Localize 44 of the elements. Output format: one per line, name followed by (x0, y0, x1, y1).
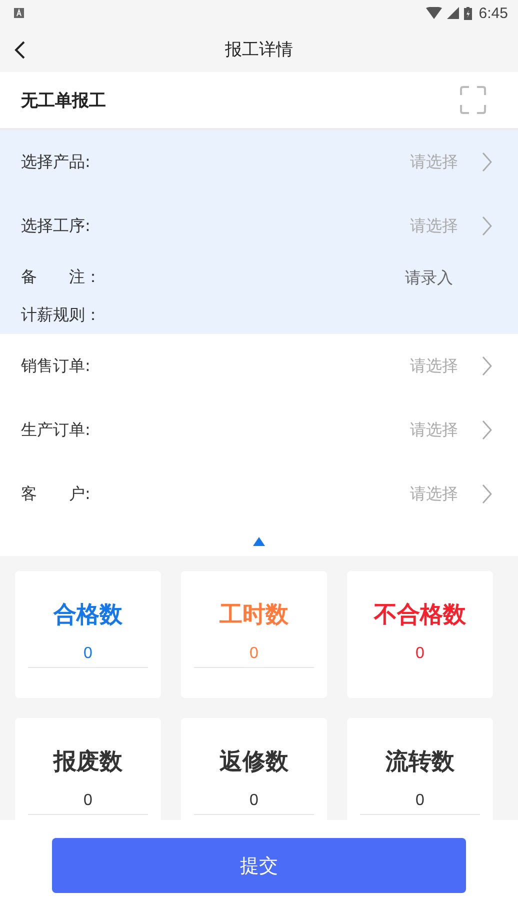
notification-icon (14, 8, 24, 18)
field-label: 生产订单: (21, 420, 92, 440)
remark-input-field[interactable]: 请录入 (394, 266, 464, 288)
card-title: 流转数 (386, 748, 454, 777)
form-row[interactable]: 选择工序: 请选择 (0, 194, 518, 258)
form-row[interactable]: 生产订单: 请选择 (0, 398, 518, 462)
count-input-field[interactable]: 0 (28, 642, 148, 668)
field-label: 选择工序: (21, 216, 92, 236)
field-label: 客 户: (21, 484, 92, 504)
field-label: 销售订单: (21, 356, 92, 376)
field-label: 备 注： (21, 266, 102, 288)
count-input-field[interactable]: 0 (194, 789, 314, 815)
chevron-right-icon (482, 216, 492, 236)
card-title: 工时数 (220, 601, 288, 630)
card-title: 合格数 (54, 601, 122, 630)
field-label: 选择产品: (21, 152, 92, 172)
chevron-right-icon (482, 484, 492, 504)
select-placeholder: 请选择 (410, 152, 458, 172)
card-title: 返修数 (220, 748, 288, 777)
form-row[interactable]: 销售订单: 请选择 (0, 334, 518, 398)
select-placeholder: 请选择 (410, 356, 458, 376)
signal-icon (446, 7, 459, 19)
collapse-toggle-icon[interactable] (253, 536, 265, 546)
submit-button[interactable]: 提交 (52, 838, 466, 893)
chevron-right-icon (482, 152, 492, 172)
count-input-field[interactable]: 0 (360, 642, 480, 668)
select-placeholder: 请选择 (410, 216, 458, 236)
select-placeholder: 请选择 (410, 420, 458, 440)
chevron-right-icon (482, 420, 492, 440)
field-label: 计薪规则： (21, 304, 102, 326)
battery-icon (464, 6, 472, 20)
section-title: 无工单报工 (21, 90, 106, 112)
card-title: 不合格数 (374, 601, 466, 630)
card-title: 报废数 (54, 748, 122, 777)
form-row[interactable]: 备 注： 请录入 (0, 258, 518, 296)
count-input-field[interactable]: 0 (360, 789, 480, 815)
page-title: 报工详情 (225, 38, 293, 60)
wifi-icon (426, 7, 442, 19)
form-row[interactable]: 选择产品: 请选择 (0, 130, 518, 194)
form-row[interactable]: 客 户: 请选择 (0, 462, 518, 526)
select-placeholder: 请选择 (410, 484, 458, 504)
status-time: 6:45 (478, 4, 508, 22)
chevron-right-icon (482, 356, 492, 376)
count-input-field[interactable]: 0 (28, 789, 148, 815)
